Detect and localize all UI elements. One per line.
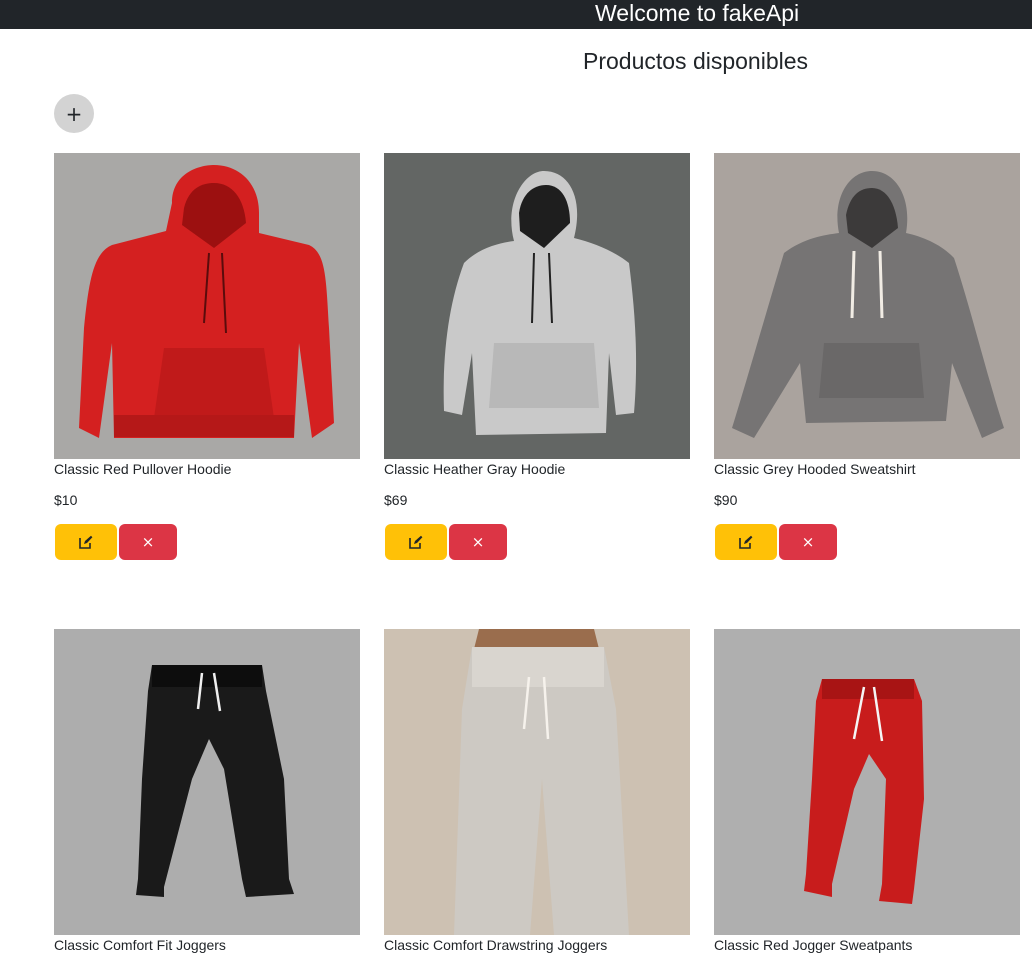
product-image: [714, 153, 1020, 459]
product-name: Classic Red Jogger Sweatpants: [714, 937, 913, 953]
product-name: Classic Red Pullover Hoodie: [54, 461, 232, 477]
product-name: Classic Grey Hooded Sweatshirt: [714, 461, 916, 477]
product-price: $10: [54, 492, 78, 508]
edit-icon: [409, 535, 423, 549]
product-image: [714, 629, 1020, 935]
close-icon: ×: [471, 533, 485, 551]
close-icon: ×: [801, 533, 815, 551]
product-image: [384, 153, 690, 459]
product-name: Classic Comfort Drawstring Joggers: [384, 937, 608, 953]
product-price: $90: [714, 492, 738, 508]
product-price: $69: [384, 492, 408, 508]
product-grid: Classic Red Pullover Hoodie $10 × Classi…: [0, 0, 1032, 953]
delete-button[interactable]: ×: [449, 524, 507, 560]
delete-button[interactable]: ×: [779, 524, 837, 560]
product-name: Classic Comfort Fit Joggers: [54, 937, 226, 953]
edit-button[interactable]: [55, 524, 117, 560]
edit-button[interactable]: [385, 524, 447, 560]
close-icon: ×: [141, 533, 155, 551]
edit-icon: [79, 535, 93, 549]
product-image: [54, 153, 360, 459]
product-name: Classic Heather Gray Hoodie: [384, 461, 566, 477]
edit-button[interactable]: [715, 524, 777, 560]
edit-icon: [739, 535, 753, 549]
product-image: [54, 629, 360, 935]
product-image: [384, 629, 690, 935]
delete-button[interactable]: ×: [119, 524, 177, 560]
